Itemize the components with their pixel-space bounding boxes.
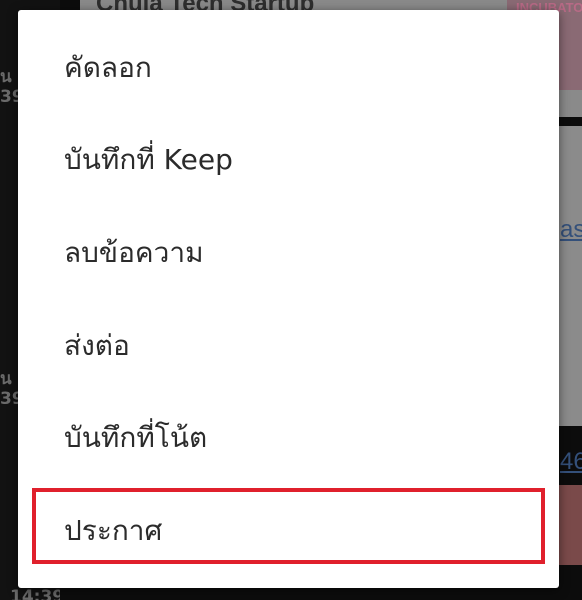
message-context-menu: คัดลอก บันทึกที่ Keep ลบข้อความ ส่งต่อ บ…	[18, 10, 559, 588]
post-link-fragment: 46	[560, 448, 582, 475]
menu-item-label: ส่งต่อ	[64, 329, 130, 362]
menu-item-forward[interactable]: ส่งต่อ	[18, 300, 559, 392]
post-link-fragment: as	[560, 216, 582, 243]
menu-item-label: บันทึกที่โน้ต	[64, 421, 208, 454]
screen: น 39 น 39 14:39 น Chula Tech Startup INC…	[0, 0, 582, 600]
menu-item-label: ลบข้อความ	[64, 236, 204, 269]
menu-item-delete-message[interactable]: ลบข้อความ	[18, 207, 559, 299]
menu-item-save-to-note[interactable]: บันทึกที่โน้ต	[18, 392, 559, 484]
menu-item-label: บันทึกที่ Keep	[64, 143, 233, 176]
timestamp-fragment: น	[0, 67, 12, 87]
shared-post-image	[557, 485, 582, 565]
menu-item-copy[interactable]: คัดลอก	[18, 22, 559, 114]
menu-item-label: คัดลอก	[64, 51, 152, 84]
menu-item-label: ประกาศ	[64, 514, 163, 547]
shared-post-card-2	[557, 126, 582, 426]
menu-item-announce[interactable]: ประกาศ	[18, 485, 559, 577]
menu-item-save-to-keep[interactable]: บันทึกที่ Keep	[18, 114, 559, 206]
timestamp-fragment: น	[0, 369, 12, 389]
